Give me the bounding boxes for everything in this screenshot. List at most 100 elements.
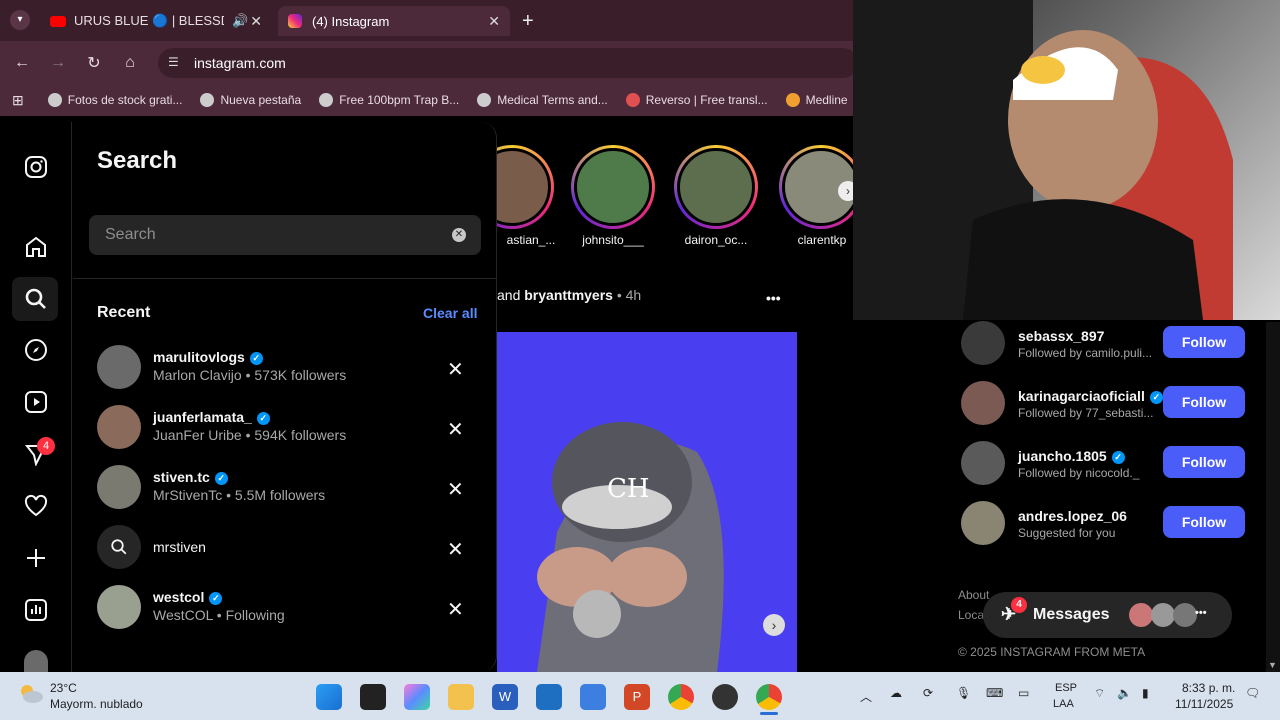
remove-recent-icon[interactable]: ✕ — [447, 357, 464, 382]
back-arrow-icon[interactable]: ← — [9, 50, 35, 76]
url-text: instagram.com — [194, 55, 286, 71]
speaker-icon[interactable]: 🔊 — [232, 13, 248, 29]
bookmark-item[interactable]: Reverso | Free transl... — [625, 93, 768, 107]
browser-tab-bar: ▾ URUS BLUE 🔵 | BLESSD ( 🔊 ✕ (4) Instagr… — [0, 0, 853, 41]
explore-icon[interactable] — [22, 336, 50, 364]
wifi-icon[interactable]: ⌔ — [1094, 686, 1105, 701]
recent-search-item[interactable]: juanferlamata_ ✓ JuanFer Uribe • 594K fol… — [97, 405, 477, 455]
suggestion-username[interactable]: juancho.1805 ✓ — [1018, 448, 1125, 464]
clock-date[interactable]: 11/11/2025 — [1175, 697, 1233, 711]
profile-avatar[interactable] — [24, 650, 48, 672]
apps-grid-icon[interactable]: ⊞ — [12, 92, 24, 109]
display-icon[interactable]: ▭ — [1018, 686, 1029, 700]
forward-arrow-icon[interactable]: → — [45, 50, 71, 76]
copilot-icon[interactable] — [404, 684, 430, 710]
calendar-icon[interactable] — [580, 684, 606, 710]
search-icon — [97, 525, 141, 569]
notifications-icon[interactable]: 🗨 — [1245, 686, 1260, 700]
follow-button[interactable]: Follow — [1163, 386, 1245, 418]
windows-start-icon[interactable] — [316, 684, 342, 710]
bookmark-item[interactable]: Free 100bpm Trap B... — [319, 93, 459, 107]
tab-list-dropdown-icon[interactable]: ▾ — [10, 10, 30, 30]
address-bar[interactable]: ☰ instagram.com — [158, 48, 858, 78]
tab-instagram[interactable]: (4) Instagram ✕ — [278, 6, 510, 36]
bookmark-item[interactable]: Medical Terms and... — [477, 93, 608, 107]
clock-time[interactable]: 8:33 p. m. — [1182, 681, 1235, 695]
avatar[interactable] — [961, 381, 1005, 425]
next-image-icon[interactable]: › — [763, 614, 785, 636]
volume-icon[interactable]: 🔈 — [1117, 686, 1132, 700]
dashboard-icon[interactable] — [22, 596, 50, 624]
recent-search-item[interactable]: stiven.tc ✓ MrStivenTc • 5.5M followers ✕ — [97, 465, 477, 515]
home-icon[interactable] — [22, 233, 50, 261]
reels-icon[interactable] — [22, 388, 50, 416]
remove-recent-icon[interactable]: ✕ — [447, 417, 464, 442]
new-tab-button[interactable]: + — [522, 10, 534, 33]
avatar[interactable] — [961, 501, 1005, 545]
weather-cloud-icon[interactable] — [18, 682, 44, 704]
search-icon[interactable] — [22, 285, 50, 313]
remove-recent-icon[interactable]: ✕ — [447, 537, 464, 562]
obs-icon[interactable] — [712, 684, 738, 710]
recent-heading: Recent — [97, 304, 151, 321]
suggestion-username[interactable]: sebassx_897 — [1018, 328, 1104, 344]
suggestion-username[interactable]: andres.lopez_06 — [1018, 508, 1127, 524]
clear-search-icon[interactable]: ✕ — [452, 228, 466, 242]
recent-search-item[interactable]: marulitovlogs ✓ Marlon Clavijo • 573K fol… — [97, 345, 477, 395]
follow-button[interactable]: Follow — [1163, 446, 1245, 478]
footer-about-link[interactable]: About — [958, 588, 989, 602]
search-input[interactable]: Search — [89, 215, 481, 255]
message-avatar — [1173, 603, 1197, 627]
reload-icon[interactable]: ↻ — [81, 50, 107, 76]
follow-button[interactable]: Follow — [1163, 326, 1245, 358]
weather-description[interactable]: Mayorm. nublado — [50, 697, 143, 711]
bookmark-item[interactable]: Fotos de stock grati... — [47, 93, 182, 107]
onedrive-icon[interactable]: ☁ — [890, 686, 902, 700]
language-layout[interactable]: LAA — [1053, 698, 1074, 710]
story-avatar[interactable] — [571, 145, 655, 229]
scrollbar[interactable] — [1266, 322, 1280, 672]
avatar[interactable] — [961, 441, 1005, 485]
battery-icon[interactable]: ▮ — [1142, 686, 1149, 700]
powerpoint-icon[interactable]: P — [624, 684, 650, 710]
bookmark-item[interactable]: Medline — [785, 93, 848, 107]
show-hidden-icons-icon[interactable]: ︿ — [860, 688, 872, 705]
recent-search-item[interactable]: westcol ✓ WestCOL • Following ✕ — [97, 585, 477, 635]
file-explorer-icon[interactable] — [448, 684, 474, 710]
create-plus-icon[interactable] — [22, 544, 50, 572]
scroll-down-arrow-icon[interactable]: ▼ — [1268, 660, 1277, 670]
recent-search-query[interactable]: mrstiven ✕ — [97, 525, 477, 575]
sync-icon[interactable]: ⟳ — [923, 686, 933, 700]
weather-temperature[interactable]: 23°C — [50, 681, 77, 695]
post-photo-illustration: CH — [537, 422, 724, 672]
post-more-options-icon[interactable]: ••• — [766, 290, 781, 306]
chrome-icon[interactable] — [668, 684, 694, 710]
close-tab-icon[interactable]: ✕ — [488, 13, 500, 30]
instagram-logo-icon[interactable] — [22, 153, 50, 181]
footer-location-link[interactable]: Loca — [958, 608, 984, 622]
microsoft-store-icon[interactable] — [536, 684, 562, 710]
messages-button[interactable]: ✈ 4 Messages ••• — [983, 592, 1232, 638]
chrome-active-icon[interactable] — [756, 684, 782, 710]
home-icon[interactable]: ⌂ — [117, 50, 143, 76]
keyboard-icon[interactable]: ⌨ — [986, 686, 1003, 700]
close-tab-icon[interactable]: ✕ — [250, 13, 262, 30]
tab-youtube[interactable]: URUS BLUE 🔵 | BLESSD ( 🔊 ✕ — [40, 6, 272, 36]
bookmark-item[interactable]: Nueva pestaña — [200, 93, 301, 107]
site-info-icon[interactable]: ☰ — [168, 55, 179, 69]
follow-button[interactable]: Follow — [1163, 506, 1245, 538]
remove-recent-icon[interactable]: ✕ — [447, 597, 464, 622]
post-image[interactable]: CH › — [497, 332, 797, 672]
post-author-link[interactable]: bryanttmyers — [524, 287, 613, 303]
heart-icon[interactable] — [22, 492, 50, 520]
remove-recent-icon[interactable]: ✕ — [447, 477, 464, 502]
webcam-overlay — [853, 0, 1280, 320]
word-icon[interactable]: W — [492, 684, 518, 710]
avatar[interactable] — [961, 321, 1005, 365]
clear-all-button[interactable]: Clear all — [423, 305, 477, 321]
suggestion-username[interactable]: karinagarciaoficiall ✓ — [1018, 388, 1163, 404]
task-view-icon[interactable] — [360, 684, 386, 710]
story-avatar[interactable] — [674, 145, 758, 229]
microphone-icon[interactable]: 🎙 — [956, 686, 971, 700]
language-code[interactable]: ESP — [1055, 682, 1077, 694]
